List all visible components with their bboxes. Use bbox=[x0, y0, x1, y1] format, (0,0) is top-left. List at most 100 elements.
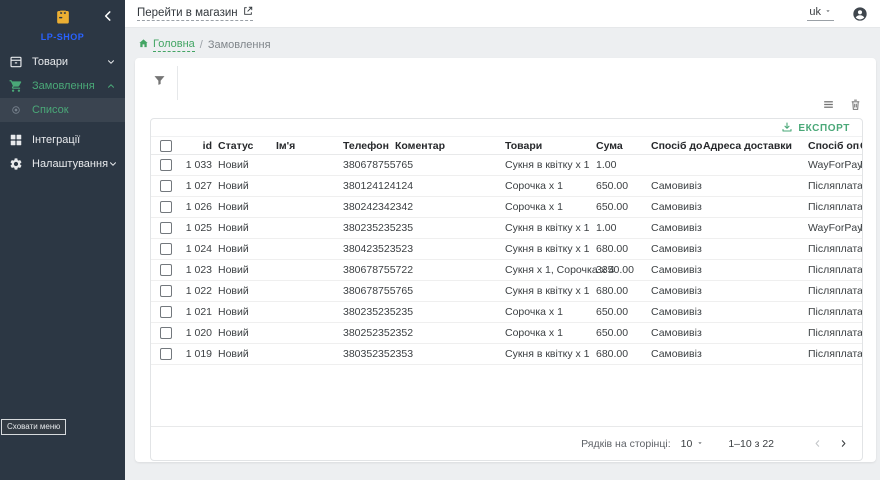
table-row[interactable]: 1 024Новий380423523523Сукня в квітку х 1… bbox=[151, 239, 862, 260]
cell-sum: 650.00 bbox=[596, 327, 651, 339]
row-checkbox[interactable] bbox=[160, 327, 172, 339]
cell-products: Сукня в квітку х 1 bbox=[505, 222, 596, 234]
row-checkbox[interactable] bbox=[160, 159, 172, 171]
row-checkbox[interactable] bbox=[160, 306, 172, 318]
cell-id: 1 019 bbox=[181, 348, 218, 360]
orders-icon bbox=[9, 79, 23, 93]
rows-per-page-label: Рядків на сторінці: bbox=[581, 438, 670, 450]
table-footer: Рядків на сторінці: 10 1–10 з 22 bbox=[151, 426, 862, 460]
cell-status: Новий bbox=[218, 348, 276, 360]
prev-page-icon bbox=[812, 438, 823, 449]
admin-app: LP-SHOP Товари bbox=[0, 0, 880, 480]
account-button[interactable] bbox=[852, 6, 868, 22]
cell-payment: Післяплата bbox=[808, 201, 860, 213]
sidebar-item-settings[interactable]: Налаштування bbox=[0, 152, 125, 176]
cell-status: Новий bbox=[218, 159, 276, 171]
cell-sum: 3350.00 bbox=[596, 264, 651, 276]
table-row[interactable]: 1 021Новий380235235235Сорочка х 1650.00С… bbox=[151, 302, 862, 323]
sidebar-item-orders[interactable]: Замовлення bbox=[0, 74, 125, 98]
cell-products: Сукня в квітку х 1 bbox=[505, 285, 596, 297]
orders-table: ЕКСПОРТ idСтатусІм'яТелефонКоментарТовар… bbox=[150, 118, 863, 461]
collapse-menu-button[interactable] bbox=[101, 9, 115, 23]
next-page-button[interactable] bbox=[834, 435, 852, 453]
row-checkbox[interactable] bbox=[160, 348, 172, 360]
cell-sum: 650.00 bbox=[596, 180, 651, 192]
table-row[interactable]: 1 020Новий380252352352Сорочка х 1650.00С… bbox=[151, 323, 862, 344]
cell-id: 1 024 bbox=[181, 243, 218, 255]
table-row[interactable]: 1 023Новий380678755722Сукня х 1, Сорочка… bbox=[151, 260, 862, 281]
column-header-status: Статус bbox=[218, 140, 276, 152]
column-header-comment: Коментар bbox=[395, 140, 505, 152]
sidebar-item-integrations[interactable]: Інтеграції bbox=[0, 128, 125, 152]
rows-per-page-select[interactable]: 10 bbox=[681, 438, 705, 450]
language-select[interactable]: uk bbox=[807, 6, 834, 21]
cell-products: Сорочка х 1 bbox=[505, 201, 596, 213]
table-row[interactable]: 1 025Новий380235235235Сукня в квітку х 1… bbox=[151, 218, 862, 239]
row-checkbox[interactable] bbox=[160, 222, 172, 234]
row-checkbox[interactable] bbox=[160, 180, 172, 192]
table-row[interactable]: 1 026Новий380242342342Сорочка х 1650.00С… bbox=[151, 197, 862, 218]
sidebar-item-products[interactable]: Товари bbox=[0, 50, 125, 74]
sidebar-item-label: Товари bbox=[32, 56, 106, 68]
cell-payment: Післяплата bbox=[808, 285, 860, 297]
row-checkbox[interactable] bbox=[160, 201, 172, 213]
cell-payment: Післяплата bbox=[808, 306, 860, 318]
table-row[interactable]: 1 033Новий380678755765Сукня в квітку х 1… bbox=[151, 155, 862, 176]
cell-payment: Післяплата bbox=[808, 348, 860, 360]
cell-products: Сукня х 1, Сорочка х 4 bbox=[505, 264, 596, 276]
row-checkbox-cell bbox=[151, 159, 181, 171]
cell-payment: Післяплата bbox=[808, 264, 860, 276]
logo-text: LP-SHOP bbox=[0, 32, 125, 42]
cell-delivery: Самовивіз bbox=[651, 348, 703, 360]
breadcrumb-home-link[interactable]: Головна bbox=[138, 38, 195, 52]
cell-delivery: Самовивіз bbox=[651, 201, 703, 213]
cell-created: П bbox=[860, 222, 863, 234]
cell-payment: Післяплата bbox=[808, 243, 860, 255]
table-header-row: idСтатусІм'яТелефонКоментарТовариСумаСпо… bbox=[151, 137, 862, 155]
row-checkbox[interactable] bbox=[160, 243, 172, 255]
delete-button[interactable] bbox=[849, 98, 862, 111]
cell-id: 1 020 bbox=[181, 327, 218, 339]
filter-button[interactable] bbox=[152, 73, 168, 89]
export-button[interactable]: ЕКСПОРТ bbox=[777, 119, 854, 138]
cell-delivery: Самовивіз bbox=[651, 285, 703, 297]
row-checkbox-cell bbox=[151, 201, 181, 213]
table-row[interactable]: 1 027Новий380124124124Сорочка х 1650.00С… bbox=[151, 176, 862, 197]
export-label: ЕКСПОРТ bbox=[798, 123, 850, 134]
next-page-icon bbox=[838, 438, 849, 449]
cell-id: 1 026 bbox=[181, 201, 218, 213]
table-tools bbox=[822, 98, 862, 111]
home-icon bbox=[138, 38, 149, 52]
cell-products: Сорочка х 1 bbox=[505, 306, 596, 318]
logo-area: LP-SHOP bbox=[0, 0, 125, 50]
row-checkbox[interactable] bbox=[160, 285, 172, 297]
cell-status: Новий bbox=[218, 327, 276, 339]
go-to-store-link[interactable]: Перейти в магазин bbox=[137, 6, 253, 21]
select-all-checkbox[interactable] bbox=[160, 140, 172, 152]
cell-phone: 380352352353 bbox=[343, 348, 395, 360]
header-checkbox-cell bbox=[151, 140, 181, 152]
integrations-icon bbox=[9, 133, 23, 147]
row-checkbox-cell bbox=[151, 306, 181, 318]
sidebar-nav: Товари Замовлення bbox=[0, 50, 125, 176]
cell-phone: 380252352352 bbox=[343, 327, 395, 339]
sidebar: LP-SHOP Товари bbox=[0, 0, 125, 480]
table-row[interactable]: 1 022Новий380678755765Сукня в квітку х 1… bbox=[151, 281, 862, 302]
sidebar-item-label: Налаштування bbox=[32, 158, 108, 170]
cell-payment: WayForPay bbox=[808, 159, 860, 171]
cell-id: 1 033 bbox=[181, 159, 218, 171]
cell-id: 1 021 bbox=[181, 306, 218, 318]
table-row[interactable]: 1 019Новий380352352353Сукня в квітку х 1… bbox=[151, 344, 862, 365]
breadcrumb-separator: / bbox=[200, 39, 203, 51]
cell-sum: 650.00 bbox=[596, 201, 651, 213]
table-empty-space bbox=[151, 365, 862, 426]
external-link-icon bbox=[243, 6, 253, 19]
cell-payment: Післяплата bbox=[808, 327, 860, 339]
store-link-label: Перейти в магазин bbox=[137, 7, 238, 19]
cell-phone: 380423523523 bbox=[343, 243, 395, 255]
sidebar-item-orders-list[interactable]: Список bbox=[0, 98, 125, 122]
cell-created: П bbox=[860, 159, 863, 171]
view-list-button[interactable] bbox=[822, 98, 835, 111]
row-checkbox[interactable] bbox=[160, 264, 172, 276]
prev-page-button[interactable] bbox=[808, 435, 826, 453]
